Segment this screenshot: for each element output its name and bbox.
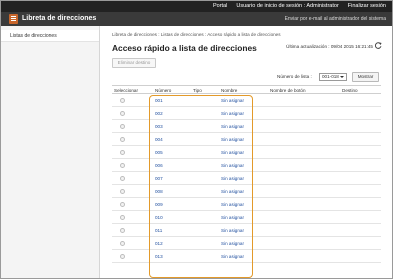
row-select-radio[interactable] [120, 241, 125, 246]
row-name[interactable]: Sin asignar [221, 202, 244, 207]
list-number-label: Número de lista : [277, 74, 312, 79]
top-bar: Portal Usuario de inicio de sesión : Adm… [1, 1, 392, 12]
row-select-radio[interactable] [120, 176, 125, 181]
app-title: Libreta de direcciones [22, 15, 97, 22]
table-row: 013 Sin asignar [112, 250, 381, 263]
row-name[interactable]: Sin asignar [221, 254, 244, 259]
address-book-icon [9, 14, 18, 24]
table-row: 009 Sin asignar [112, 198, 381, 211]
row-number[interactable]: 006 [155, 163, 163, 168]
table-row: 005 Sin asignar [112, 146, 381, 159]
last-updated: Última actualización : 09/04 2015 16:21:… [286, 44, 373, 49]
row-number[interactable]: 009 [155, 202, 163, 207]
column-destination: Destino [342, 88, 358, 93]
row-number[interactable]: 013 [155, 254, 163, 259]
column-number: Número [155, 88, 172, 93]
row-name[interactable]: Sin asignar [221, 241, 244, 246]
portal-link[interactable]: Portal [213, 3, 227, 9]
page-title: Acceso rápido a lista de direcciones [112, 43, 257, 53]
show-button[interactable]: Mostrar [352, 72, 379, 82]
row-number[interactable]: 010 [155, 215, 163, 220]
table-row: 002 Sin asignar [112, 107, 381, 120]
row-select-radio[interactable] [120, 111, 125, 116]
row-number[interactable]: 001 [155, 98, 163, 103]
column-select: Seleccionar [114, 88, 139, 93]
row-name[interactable]: Sin asignar [221, 215, 244, 220]
row-select-radio[interactable] [120, 163, 125, 168]
row-select-radio[interactable] [120, 254, 125, 259]
login-user-name: Administrator [306, 3, 339, 9]
row-number[interactable]: 007 [155, 176, 163, 181]
row-select-radio[interactable] [120, 137, 125, 142]
row-select-radio[interactable] [120, 150, 125, 155]
breadcrumb[interactable]: Libreta de direcciones : Listas de direc… [112, 32, 281, 37]
table-row: 012 Sin asignar [112, 237, 381, 250]
row-number[interactable]: 012 [155, 241, 163, 246]
logout-link[interactable]: Finalizar sesión [348, 3, 386, 9]
table-row: 007 Sin asignar [112, 172, 381, 185]
row-name[interactable]: Sin asignar [221, 189, 244, 194]
table-header: Seleccionar Número Tipo Nombre Nombre de… [112, 85, 381, 94]
row-name[interactable]: Sin asignar [221, 124, 244, 129]
row-select-radio[interactable] [120, 202, 125, 207]
sidebar-item-label: Listas de direcciones [10, 33, 57, 39]
row-name[interactable]: Sin asignar [221, 111, 244, 116]
table-row: 004 Sin asignar [112, 133, 381, 146]
sidebar: Listas de direcciones [1, 26, 100, 278]
row-name[interactable]: Sin asignar [221, 176, 244, 181]
app-header: Libreta de direcciones Enviar por e-mail… [1, 12, 392, 26]
table-row: 006 Sin asignar [112, 159, 381, 172]
email-admin-link[interactable]: Enviar por e-mail al administrador del s… [285, 16, 386, 22]
table-row: 011 Sin asignar [112, 224, 381, 237]
row-number[interactable]: 003 [155, 124, 163, 129]
column-type: Tipo [193, 88, 202, 93]
table-row: 003 Sin asignar [112, 120, 381, 133]
row-select-radio[interactable] [120, 124, 125, 129]
delete-destination-button[interactable]: Eliminar destino [112, 58, 156, 68]
row-name[interactable]: Sin asignar [221, 137, 244, 142]
main-content: Libreta de direcciones : Listas de direc… [101, 26, 392, 278]
row-select-radio[interactable] [120, 215, 125, 220]
column-name: Nombre [221, 88, 238, 93]
table-row: 010 Sin asignar [112, 211, 381, 224]
row-select-radio[interactable] [120, 228, 125, 233]
app-window: Portal Usuario de inicio de sesión : Adm… [0, 0, 393, 279]
column-button-name: Nombre de botón [270, 88, 306, 93]
table-row: 008 Sin asignar [112, 185, 381, 198]
list-number-value: 001-018 [322, 74, 339, 79]
login-user-label: Usuario de inicio de sesión : [236, 3, 306, 9]
row-name[interactable]: Sin asignar [221, 228, 244, 233]
login-user: Usuario de inicio de sesión : Administra… [236, 3, 338, 9]
list-number-select[interactable]: 001-018 [319, 73, 347, 81]
row-number[interactable]: 004 [155, 137, 163, 142]
row-name[interactable]: Sin asignar [221, 150, 244, 155]
table-row: 001 Sin asignar [112, 94, 381, 107]
row-select-radio[interactable] [120, 189, 125, 194]
row-name[interactable]: Sin asignar [221, 163, 244, 168]
refresh-icon[interactable] [375, 42, 382, 49]
row-number[interactable]: 002 [155, 111, 163, 116]
row-name[interactable]: Sin asignar [221, 98, 244, 103]
row-select-radio[interactable] [120, 98, 125, 103]
row-number[interactable]: 011 [155, 228, 162, 233]
row-number[interactable]: 005 [155, 150, 163, 155]
row-number[interactable]: 008 [155, 189, 163, 194]
sidebar-item-address-lists[interactable]: Listas de direcciones [1, 30, 99, 42]
chevron-down-icon [340, 76, 344, 78]
